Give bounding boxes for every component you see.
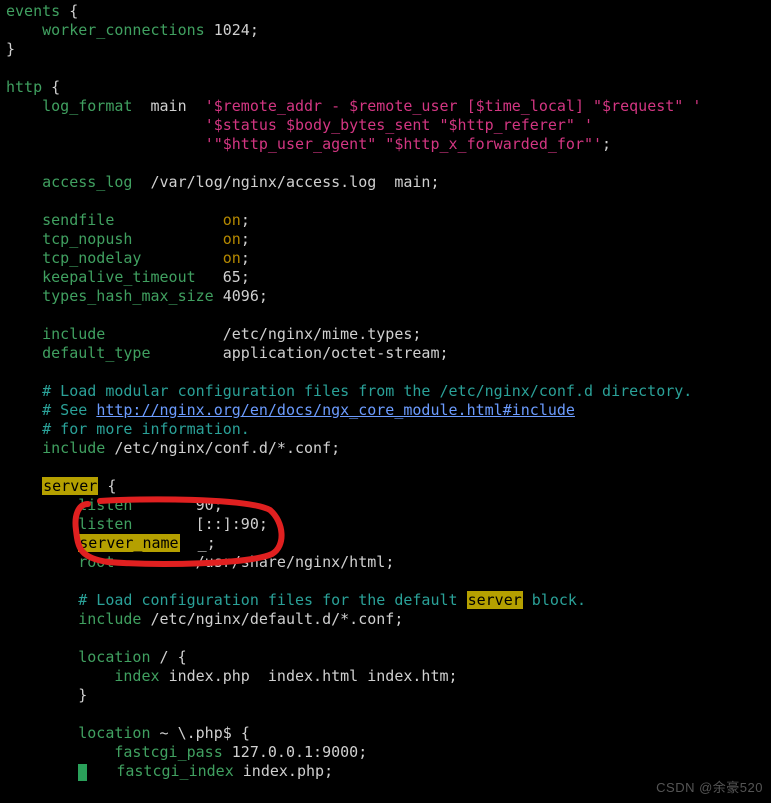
keyword-tcp-nodelay: tcp_nodelay <box>42 249 141 267</box>
keyword-root: root <box>78 553 114 571</box>
comment-load-confd: # Load modular configuration files from … <box>42 382 692 400</box>
fastcgi-index-value: index.php <box>243 762 324 780</box>
location-php-match: ~ \.php$ <box>160 724 232 742</box>
value-on: on <box>223 211 241 229</box>
keyword-events: events <box>6 2 60 20</box>
watermark: CSDN @余豪520 <box>656 778 763 797</box>
keyword-log-format: log_format <box>42 97 132 115</box>
include-confd-path: /etc/nginx/conf.d/*.conf <box>114 439 331 457</box>
keyword-listen: listen <box>78 515 132 533</box>
value-worker-connections: 1024 <box>214 21 250 39</box>
keyword-tcp-nopush: tcp_nopush <box>42 230 132 248</box>
keyword-http: http <box>6 78 42 96</box>
access-log-name: main <box>394 173 430 191</box>
value-types-hash: 4096 <box>223 287 259 305</box>
comment-load-default-pre: # Load configuration files for the defau… <box>78 591 466 609</box>
listen-port-2: [::]:90 <box>196 515 259 533</box>
log-format-line2: '$status $body_bytes_sent "$http_referer… <box>205 116 593 134</box>
keyword-default-type: default_type <box>42 344 150 362</box>
location-root-match: / <box>160 648 169 666</box>
comment-load-default-post: block. <box>523 591 586 609</box>
keyword-sendfile: sendfile <box>42 211 114 229</box>
keyword-fastcgi-pass: fastcgi_pass <box>114 743 222 761</box>
include-default-path: /etc/nginx/default.d/*.conf <box>151 610 395 628</box>
nginx-config-code: events { worker_connections 1024; } http… <box>0 0 771 781</box>
index-values: index.php index.html index.htm <box>169 667 449 685</box>
keyword-keepalive-timeout: keepalive_timeout <box>42 268 196 286</box>
keyword-server-highlight: server <box>42 477 98 495</box>
log-format-line3: '"$http_user_agent" "$http_x_forwarded_f… <box>205 135 602 153</box>
keyword-access-log: access_log <box>42 173 132 191</box>
keyword-listen: listen <box>78 496 132 514</box>
keyword-index: index <box>114 667 159 685</box>
value-keepalive: 65 <box>223 268 241 286</box>
server-name-value: _ <box>198 534 207 552</box>
root-path: /usr/share/nginx/html <box>196 553 386 571</box>
comment-see-url: http://nginx.org/en/docs/ngx_core_module… <box>96 401 575 419</box>
default-type-value: application/octet-stream <box>223 344 440 362</box>
keyword-location: location <box>78 724 150 742</box>
keyword-location: location <box>78 648 150 666</box>
keyword-worker-connections: worker_connections <box>42 21 205 39</box>
keyword-types-hash: types_hash_max_size <box>42 287 214 305</box>
mime-types-path: /etc/nginx/mime.types <box>223 325 413 343</box>
listen-port-1: 90 <box>196 496 214 514</box>
fastcgi-pass-value: 127.0.0.1:9000 <box>232 743 358 761</box>
keyword-include: include <box>42 439 105 457</box>
value-on: on <box>223 249 241 267</box>
log-format-name: main <box>151 97 187 115</box>
keyword-include: include <box>42 325 105 343</box>
value-on: on <box>223 230 241 248</box>
server-highlight-inline: server <box>467 591 523 609</box>
keyword-fastcgi-index: fastcgi_index <box>116 762 233 780</box>
log-format-line1: '$remote_addr - $remote_user [$time_loca… <box>205 97 702 115</box>
comment-more-info: # for more information. <box>42 420 250 438</box>
cursor-icon <box>78 764 87 781</box>
keyword-include: include <box>78 610 141 628</box>
keyword-server-name: server_name <box>78 534 179 552</box>
access-log-path: /var/log/nginx/access.log <box>151 173 377 191</box>
comment-see-prefix: # See <box>42 401 96 419</box>
